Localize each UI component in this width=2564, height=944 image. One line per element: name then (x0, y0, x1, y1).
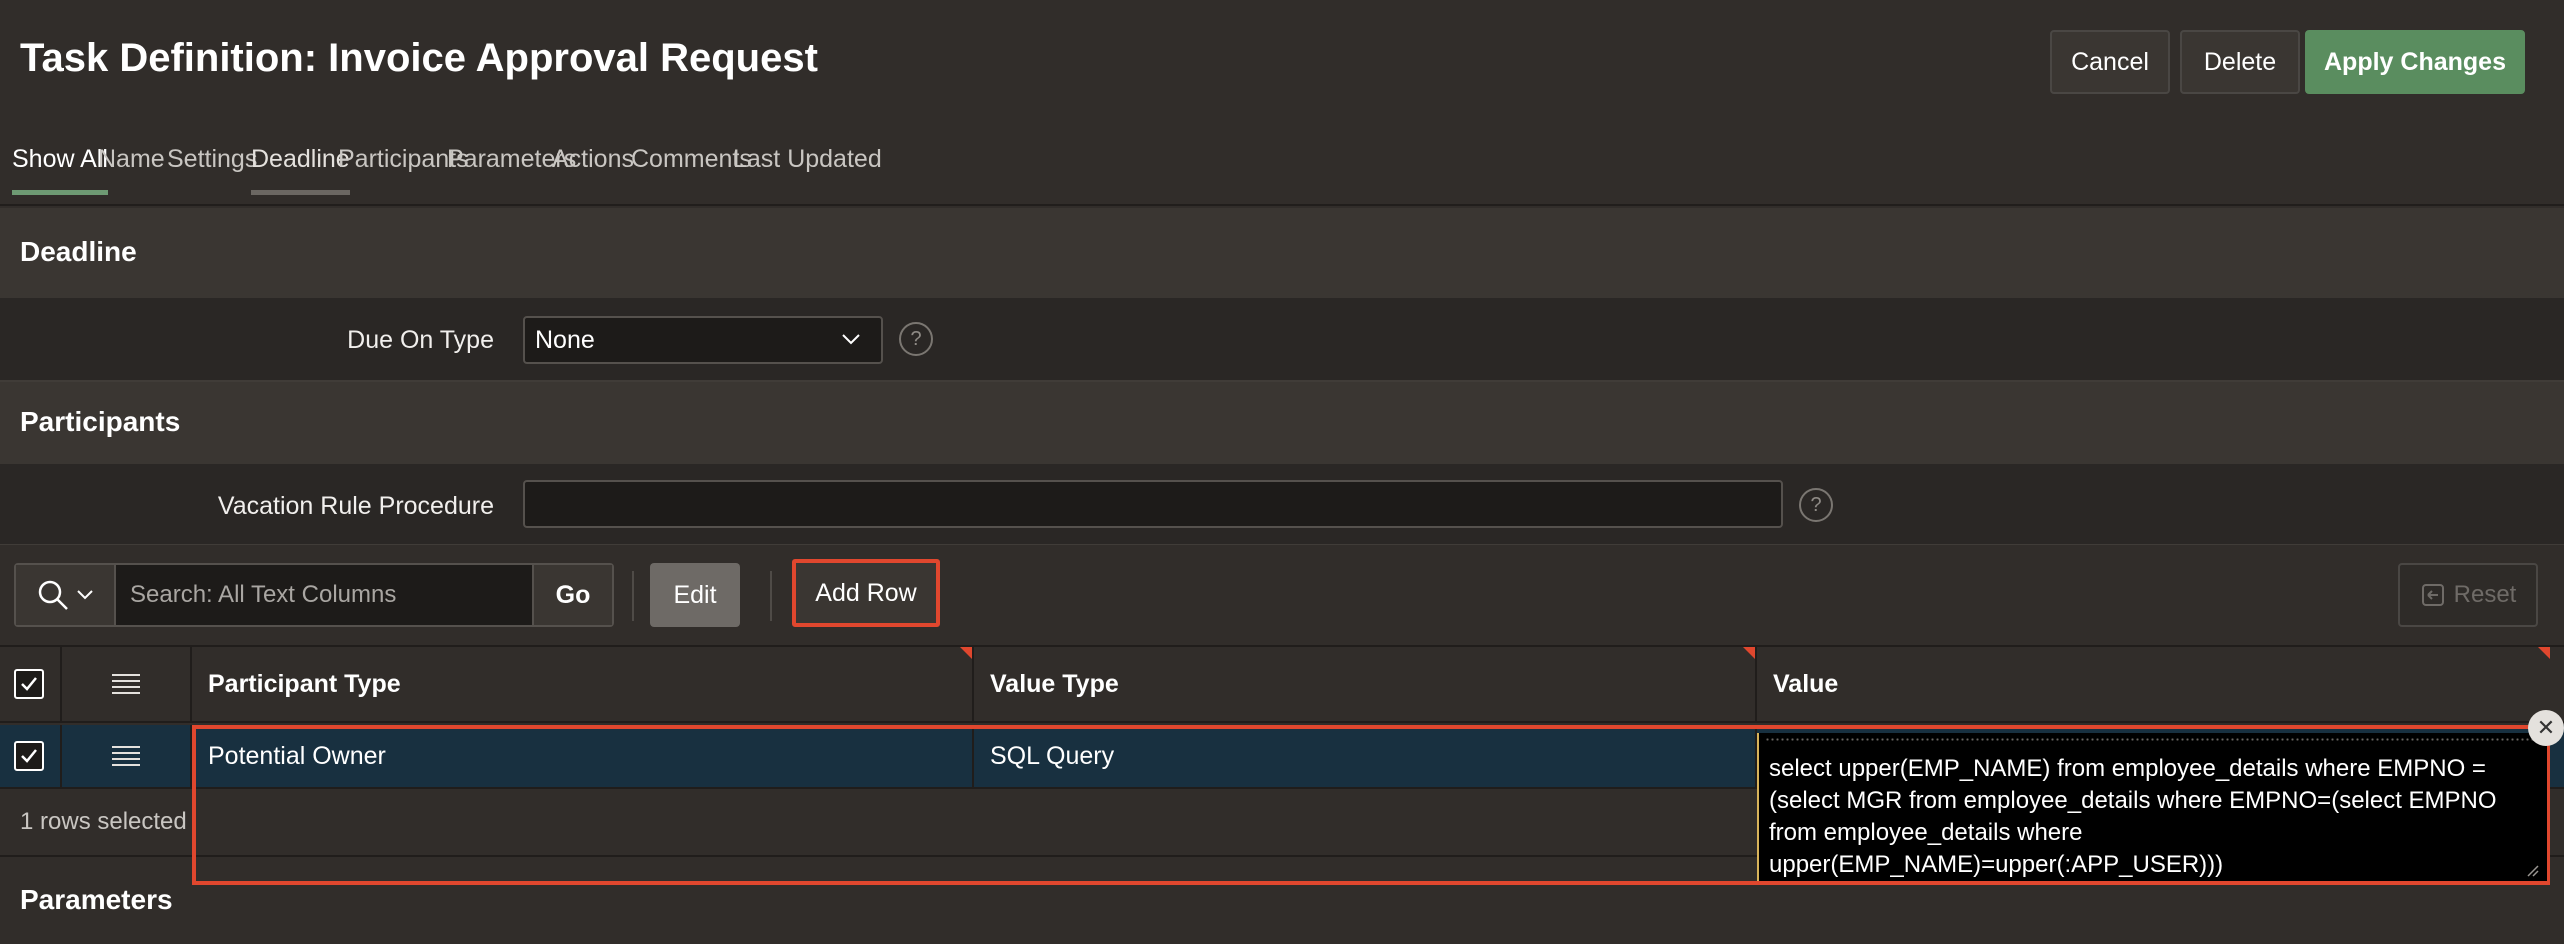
cancel-button[interactable]: Cancel (2050, 30, 2170, 94)
required-flag-icon (960, 647, 972, 659)
row-actions-cell (62, 725, 192, 787)
chevron-down-icon (842, 334, 860, 345)
edit-button[interactable]: Edit (650, 563, 740, 627)
help-icon[interactable]: ? (1799, 488, 1833, 522)
deadline-section-title: Deadline (20, 236, 137, 267)
vacation-rule-label: Vacation Rule Procedure (217, 492, 494, 520)
select-all-checkbox[interactable] (14, 669, 44, 699)
column-header-value[interactable]: Value (1757, 647, 2550, 721)
tab-deadline[interactable]: Deadline (251, 145, 350, 195)
search-input[interactable]: Search: All Text Columns (116, 565, 532, 625)
add-row-button[interactable]: Add Row (792, 559, 940, 627)
tab-actions[interactable]: Actions (552, 145, 634, 190)
select-all-cell (0, 647, 62, 721)
search-icon (38, 580, 68, 610)
chevron-down-icon (77, 590, 93, 600)
go-button[interactable]: Go (532, 565, 612, 625)
participants-section-body: Vacation Rule Procedure ? (0, 466, 2564, 546)
required-flag-icon (2538, 647, 2550, 659)
tab-name[interactable]: Name (98, 145, 165, 190)
delete-button[interactable]: Delete (2180, 30, 2300, 94)
tab-bar: Show All Name Settings Deadline Particip… (0, 145, 2564, 205)
column-title: Value (1773, 669, 1839, 698)
grid-toolbar: Search: All Text Columns Go Edit Add Row… (0, 545, 2564, 645)
grid-header: Participant Type Value Type Value (0, 645, 2564, 723)
row-checkbox[interactable] (14, 741, 44, 771)
checkmark-icon (21, 749, 37, 763)
due-on-type-select[interactable]: None (523, 316, 883, 364)
due-on-type-label: Due On Type (347, 326, 494, 354)
close-icon[interactable]: ✕ (2528, 710, 2564, 746)
search-group: Search: All Text Columns Go (14, 563, 614, 627)
selection-status: 1 rows selected (20, 808, 187, 835)
help-icon[interactable]: ? (899, 322, 933, 356)
toolbar-separator (770, 571, 772, 621)
reset-label: Reset (2453, 581, 2517, 608)
resize-handle-icon[interactable] (2524, 862, 2540, 878)
participants-section-header: Participants (0, 382, 2564, 466)
drag-handle[interactable] (1765, 737, 2541, 743)
value-text: select upper(EMP_NAME) from employee_det… (1769, 755, 2497, 878)
column-title: Participant Type (208, 669, 401, 698)
apply-changes-button[interactable]: Apply Changes (2305, 30, 2525, 94)
toolbar-separator (632, 571, 634, 621)
column-title: Value Type (990, 669, 1119, 698)
row-select-cell (0, 725, 62, 787)
vacation-rule-input[interactable] (523, 480, 1783, 528)
checkmark-icon (21, 677, 37, 691)
reset-icon (2421, 584, 2444, 606)
deadline-section-header: Deadline (0, 208, 2564, 300)
participants-section-title: Participants (20, 406, 181, 437)
search-column-menu[interactable] (16, 565, 116, 625)
column-header-participant-type[interactable]: Participant Type (192, 647, 974, 721)
reset-button[interactable]: Reset (2398, 563, 2538, 627)
row-menu-icon[interactable] (112, 746, 140, 766)
tab-last-updated[interactable]: Last Updated (733, 145, 882, 190)
tabs-divider (0, 204, 2564, 206)
due-on-type-value: None (535, 325, 595, 354)
column-header-value-type[interactable]: Value Type (974, 647, 1757, 721)
tab-show-all[interactable]: Show All (12, 145, 108, 195)
tab-settings[interactable]: Settings (167, 145, 257, 190)
parameters-section-title: Parameters (20, 884, 173, 915)
required-flag-icon (1743, 647, 1755, 659)
page-title: Task Definition: Invoice Approval Reques… (20, 36, 818, 80)
row-actions-header (62, 647, 192, 721)
menu-icon[interactable] (112, 674, 140, 694)
deadline-section-body: Due On Type None ? (0, 300, 2564, 382)
value-textarea[interactable]: select upper(EMP_NAME) from employee_det… (1757, 733, 2547, 881)
